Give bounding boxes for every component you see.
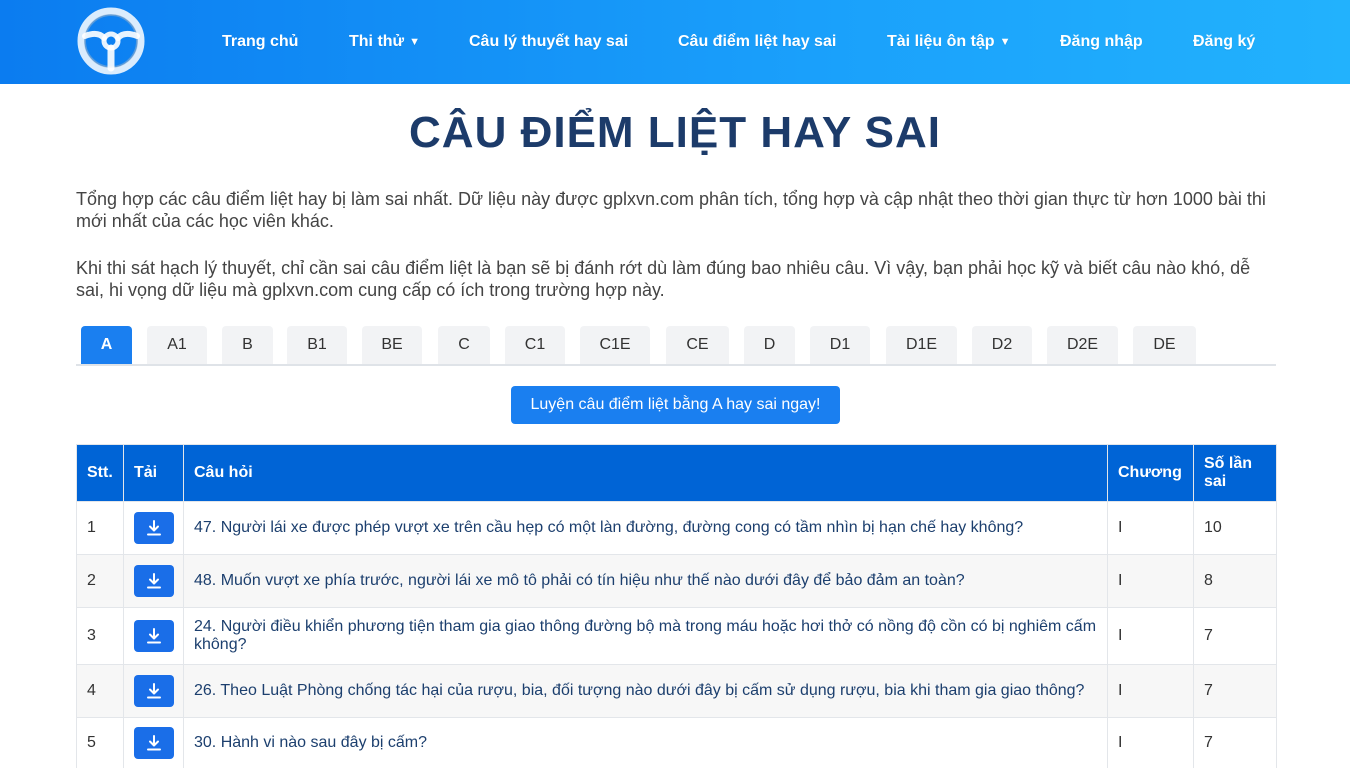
tab-ce[interactable]: CE xyxy=(666,326,729,364)
tab-c1e[interactable]: C1E xyxy=(580,326,650,364)
row-question[interactable]: 47. Người lái xe được phép vượt xe trên … xyxy=(183,501,1108,555)
row-download-cell xyxy=(123,664,184,718)
download-icon xyxy=(147,735,161,751)
nav-mock-test[interactable]: Thi thử ▼ xyxy=(349,31,420,53)
table-row: 4 26. Theo Luật Phòng chống tác hại của … xyxy=(76,664,1277,718)
table-row: 5 30. Hành vi nào sau đây bị cấm? I 7 xyxy=(76,717,1277,768)
row-download-cell xyxy=(123,554,184,608)
questions-table: Stt. Tải Câu hỏi Chương Số lần sai 1 47.… xyxy=(76,444,1277,768)
license-class-tabs: A A1 B B1 BE C C1 C1E CE D D1 D1E D2 D2E… xyxy=(76,326,1276,366)
row-stt: 1 xyxy=(76,501,124,555)
row-stt: 3 xyxy=(76,607,124,665)
row-chapter: I xyxy=(1107,607,1194,665)
table-row: 2 48. Muốn vượt xe phía trước, người lái… xyxy=(76,554,1277,608)
row-download-cell xyxy=(123,717,184,768)
nav-critical-mistakes[interactable]: Câu điểm liệt hay sai xyxy=(678,31,836,53)
tab-a1[interactable]: A1 xyxy=(147,326,207,364)
header-wrong-count: Số lần sai xyxy=(1193,444,1277,502)
nav-register-label: Đăng ký xyxy=(1193,33,1256,50)
nav-login[interactable]: Đăng nhập xyxy=(1060,31,1143,53)
table-row: 3 24. Người điều khiển phương tiện tham … xyxy=(76,607,1277,665)
tab-d2e[interactable]: D2E xyxy=(1047,326,1118,364)
page-title: CÂU ĐIỂM LIỆT HAY SAI xyxy=(409,108,941,157)
row-stt: 2 xyxy=(76,554,124,608)
download-icon xyxy=(147,520,161,536)
row-chapter: I xyxy=(1107,554,1194,608)
download-button[interactable] xyxy=(134,727,174,759)
download-button[interactable] xyxy=(134,620,174,652)
row-wrong-count: 10 xyxy=(1193,501,1277,555)
nav-login-label: Đăng nhập xyxy=(1060,33,1143,50)
chevron-down-icon: ▼ xyxy=(409,36,421,48)
tab-b1[interactable]: B1 xyxy=(287,326,347,364)
header-download: Tải xyxy=(123,444,184,502)
download-icon xyxy=(147,628,161,644)
nav-study-materials-label: Tài liệu ôn tập xyxy=(887,33,995,50)
download-icon xyxy=(147,683,161,699)
tab-de[interactable]: DE xyxy=(1133,326,1196,364)
row-question[interactable]: 24. Người điều khiển phương tiện tham gi… xyxy=(183,607,1108,665)
tab-d1[interactable]: D1 xyxy=(810,326,870,364)
nav-critical-mistakes-label: Câu điểm liệt hay sai xyxy=(678,33,837,50)
download-button[interactable] xyxy=(134,565,174,597)
tab-be[interactable]: BE xyxy=(362,326,422,364)
tab-c1[interactable]: C1 xyxy=(505,326,565,364)
tab-c[interactable]: C xyxy=(438,326,490,364)
row-chapter: I xyxy=(1107,664,1194,718)
row-wrong-count: 7 xyxy=(1193,664,1277,718)
nav-theory-mistakes-label: Câu lý thuyết hay sai xyxy=(469,33,629,50)
nav-mock-test-label: Thi thử xyxy=(349,33,405,50)
row-wrong-count: 7 xyxy=(1193,717,1277,768)
header-question: Câu hỏi xyxy=(183,444,1108,502)
nav-theory-mistakes[interactable]: Câu lý thuyết hay sai xyxy=(469,31,628,53)
row-question[interactable]: 30. Hành vi nào sau đây bị cấm? xyxy=(183,717,1108,768)
row-wrong-count: 7 xyxy=(1193,607,1277,665)
nav-home[interactable]: Trang chủ xyxy=(222,31,298,53)
intro-paragraph: Tổng hợp các câu điểm liệt hay bị làm sa… xyxy=(76,189,1266,231)
header-stt: Stt. xyxy=(76,444,124,502)
chevron-down-icon: ▼ xyxy=(999,36,1011,48)
row-wrong-count: 8 xyxy=(1193,554,1277,608)
row-chapter: I xyxy=(1107,501,1194,555)
row-question[interactable]: 48. Muốn vượt xe phía trước, người lái x… xyxy=(183,554,1108,608)
download-icon xyxy=(147,573,161,589)
table-header-row: Stt. Tải Câu hỏi Chương Số lần sai xyxy=(76,444,1277,502)
tab-a[interactable]: A xyxy=(81,326,132,364)
header-chapter: Chương xyxy=(1107,444,1194,502)
row-question[interactable]: 26. Theo Luật Phòng chống tác hại của rư… xyxy=(183,664,1108,718)
download-button[interactable] xyxy=(134,512,174,544)
row-stt: 5 xyxy=(76,717,124,768)
tab-b[interactable]: B xyxy=(222,326,273,364)
tab-d[interactable]: D xyxy=(744,326,795,364)
row-download-cell xyxy=(123,501,184,555)
row-chapter: I xyxy=(1107,717,1194,768)
row-download-cell xyxy=(123,607,184,665)
main-nav: Trang chủ Thi thử ▼ Câu lý thuyết hay sai… xyxy=(0,0,1350,84)
tab-d2[interactable]: D2 xyxy=(972,326,1032,364)
intro-paragraph: Khi thi sát hạch lý thuyết, chỉ cần sai … xyxy=(76,258,1251,300)
tab-d1e[interactable]: D1E xyxy=(886,326,957,364)
nav-register[interactable]: Đăng ký xyxy=(1193,31,1255,53)
table-row: 1 47. Người lái xe được phép vượt xe trê… xyxy=(76,501,1277,555)
nav-study-materials[interactable]: Tài liệu ôn tập ▼ xyxy=(887,31,1010,53)
nav-home-label: Trang chủ xyxy=(222,33,299,50)
practice-button[interactable]: Luyện câu điểm liệt bằng A hay sai ngay! xyxy=(511,386,840,424)
row-stt: 4 xyxy=(76,664,124,718)
download-button[interactable] xyxy=(134,675,174,707)
site-header: Trang chủ Thi thử ▼ Câu lý thuyết hay sai… xyxy=(0,0,1350,84)
